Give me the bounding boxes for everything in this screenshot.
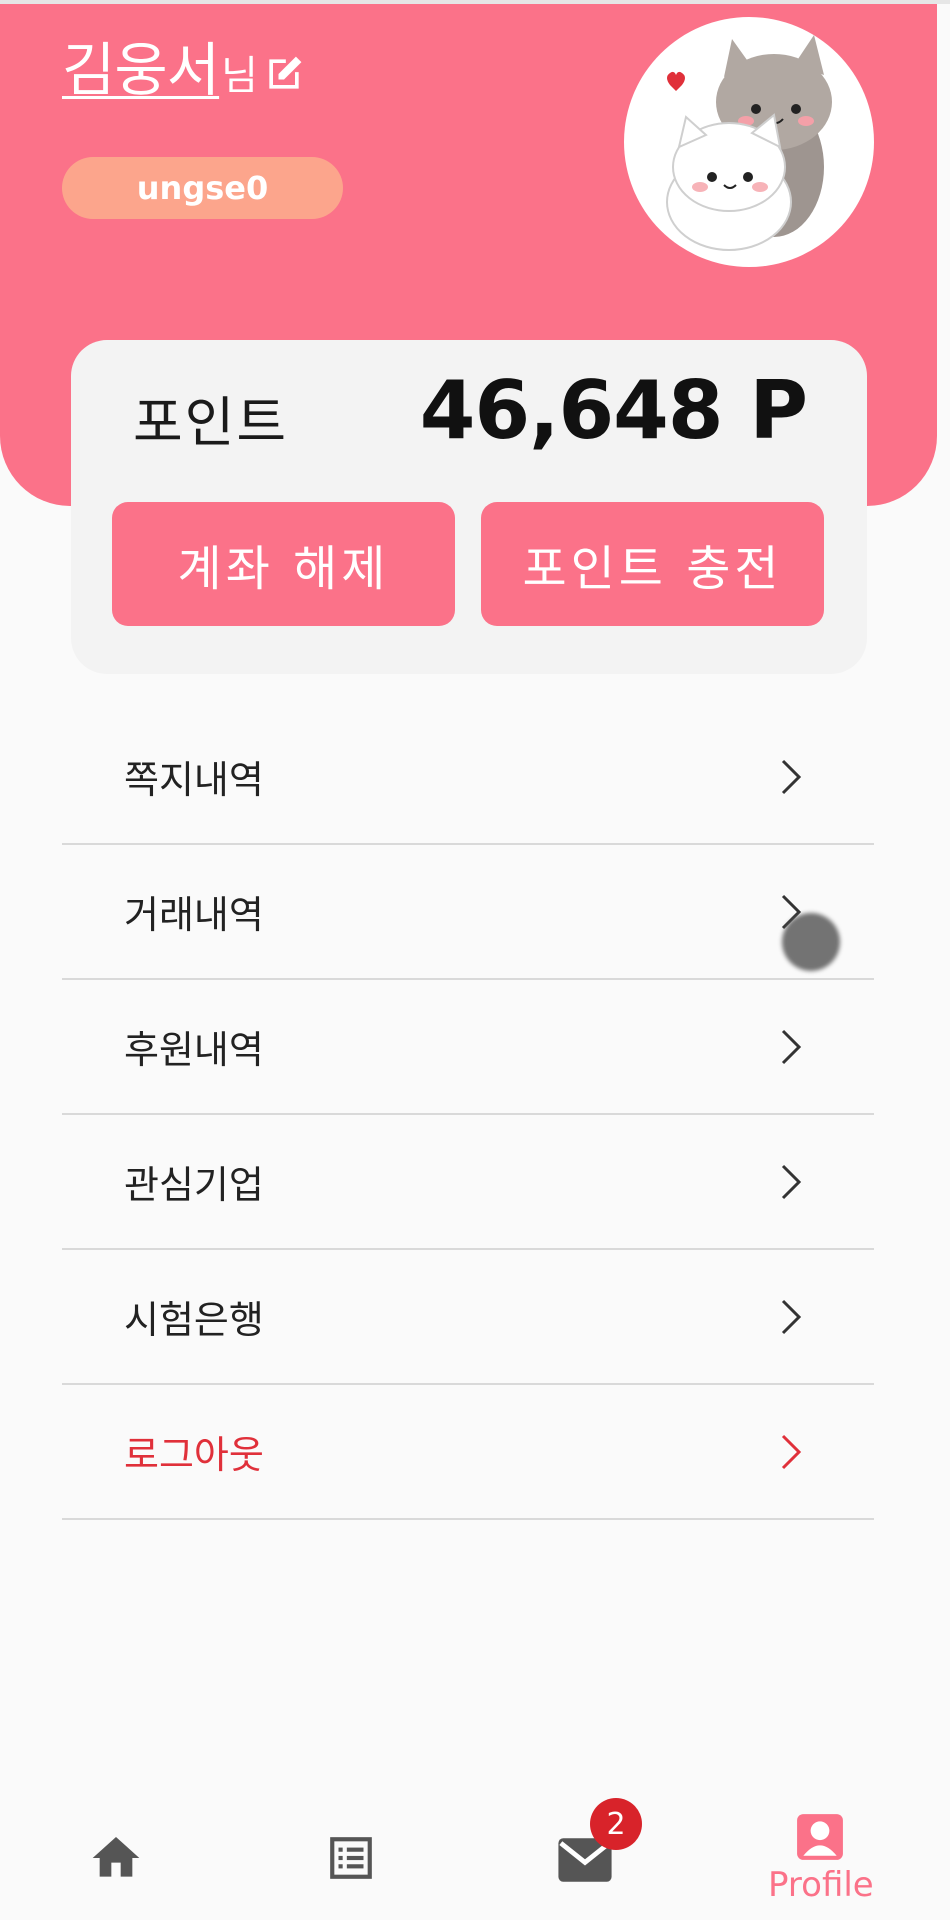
user-id-badge: ungse0 [62,157,343,219]
name-row: 김웅서 님 [62,34,306,106]
point-card: 포인트 46,648 P 계좌 해제 포인트 충전 [71,340,867,674]
menu-item-label: 후원내역 [124,1028,264,1072]
chevron-right-icon [781,1434,802,1469]
chevron-right-icon [781,1164,802,1199]
menu-item-test-bank[interactable]: 시험은행 [62,1250,874,1385]
menu-item-label: 관심기업 [124,1163,264,1207]
edit-icon[interactable] [262,52,306,96]
user-name[interactable]: 김웅서 [62,34,220,106]
menu-item-sponsorships[interactable]: 후원내역 [62,980,874,1115]
menu-item-label: 로그아웃 [124,1433,264,1477]
menu-list: 쪽지내역 거래내역 후원내역 관심기업 시험은행 로그아웃 [62,710,874,1520]
unlink-account-button[interactable]: 계좌 해제 [112,502,455,626]
menu-item-label: 시험은행 [124,1298,264,1342]
menu-item-logout[interactable]: 로그아웃 [62,1385,874,1520]
menu-item-label: 쪽지내역 [124,758,264,802]
chevron-right-icon [781,1299,802,1334]
avatar[interactable] [624,17,874,267]
chevron-right-icon [781,1029,802,1064]
point-value: 46,648 P [419,364,808,457]
mail-badge: 2 [590,1798,642,1850]
chevron-right-icon [781,759,802,794]
menu-item-favorite-companies[interactable]: 관심기업 [62,1115,874,1250]
menu-item-messages[interactable]: 쪽지내역 [62,710,874,845]
cat-avatar-image [666,35,832,251]
list-icon[interactable] [326,1830,376,1886]
touch-indicator [782,913,840,971]
home-icon[interactable] [88,1830,144,1886]
name-suffix: 님 [221,53,258,99]
point-label: 포인트 [133,391,289,454]
menu-item-transactions[interactable]: 거래내역 [62,845,874,980]
profile-icon[interactable] [795,1812,845,1862]
nav-profile-label[interactable]: Profile [768,1865,874,1905]
menu-item-label: 거래내역 [124,893,264,937]
charge-points-button[interactable]: 포인트 충전 [481,502,824,626]
